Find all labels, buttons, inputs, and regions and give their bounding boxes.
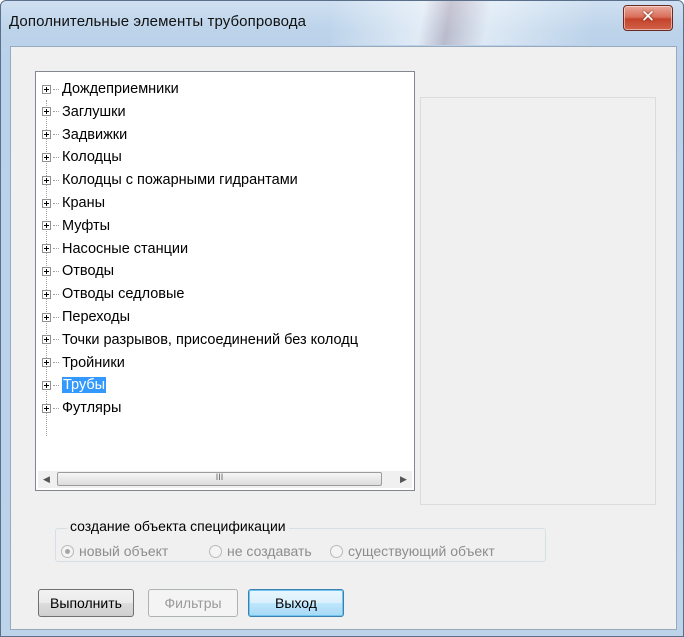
radio-new-object[interactable]: новый объект <box>61 543 168 559</box>
horizontal-scrollbar[interactable]: ◀ III ▶ <box>38 471 412 488</box>
expand-plus-icon[interactable] <box>42 130 51 140</box>
tree-item-label: Задвижки <box>62 126 128 143</box>
expand-plus-icon[interactable] <box>42 175 51 185</box>
exit-button[interactable]: Выход <box>248 589 344 617</box>
tree-connector <box>53 179 59 181</box>
scroll-thumb[interactable]: III <box>57 472 382 486</box>
tree-item[interactable]: Точки разрывов, присоединений без колодц <box>42 329 358 351</box>
close-button[interactable]: ✕ <box>623 5 673 31</box>
tree-connector <box>53 384 59 386</box>
tree-item-label: Точки разрывов, присоединений без колодц <box>62 331 359 348</box>
tree-item[interactable]: Задвижки <box>42 124 127 146</box>
tree-connector <box>53 225 59 227</box>
scroll-left-icon[interactable]: ◀ <box>38 471 55 488</box>
expand-plus-icon[interactable] <box>42 244 51 254</box>
tree-item[interactable]: Заглушки <box>42 101 126 123</box>
tree-item[interactable]: Переходы <box>42 306 130 328</box>
tree-item[interactable]: Насосные станции <box>42 238 188 260</box>
tree-item[interactable]: Отводы седловые <box>42 283 184 305</box>
radio-circle[interactable] <box>330 544 343 558</box>
tree-connector <box>53 88 59 90</box>
radio-existing-object[interactable]: существующий объект <box>330 543 495 559</box>
radio-label: новый объект <box>79 543 169 559</box>
scroll-right-icon[interactable]: ▶ <box>395 471 412 488</box>
tree-item-label: Муфты <box>62 217 111 234</box>
expand-plus-icon[interactable] <box>42 335 51 345</box>
title-bar-glass <box>331 1 591 45</box>
tree-item-label: Насосные станции <box>62 240 189 257</box>
tree-connector <box>53 293 59 295</box>
grip-icon: III <box>215 472 224 482</box>
tree-item-label: Заглушки <box>62 103 126 120</box>
spec-group-label: создание объекта спецификации <box>67 518 289 534</box>
tree-item-label: Колодцы <box>62 149 122 166</box>
expand-plus-icon[interactable] <box>42 198 51 208</box>
element-tree[interactable]: Дождеприемники Заглушки Задвижки Колодцы Кол… <box>35 71 415 491</box>
tree-item-label: Колодцы с пожарными гидрантами <box>62 172 298 189</box>
tree-item-label: Переходы <box>62 309 131 325</box>
tree-item[interactable]: Краны <box>42 192 105 214</box>
tree-item-label: Краны <box>62 195 106 211</box>
tree-item[interactable]: Футляры <box>42 397 121 419</box>
dialog-body: Дождеприемники Заглушки Задвижки Колодцы Кол… <box>10 46 677 630</box>
expand-plus-icon[interactable] <box>42 107 51 117</box>
dialog-window: Дополнительные элементы трубопровода ✕ Д… <box>0 0 684 637</box>
radio-do-not-create[interactable]: не создавать <box>209 543 312 559</box>
tree-item-label: Трубы <box>62 377 107 394</box>
tree-connector <box>53 316 59 318</box>
radio-label: не создавать <box>227 543 312 559</box>
expand-plus-icon[interactable] <box>42 152 51 162</box>
expand-plus-icon[interactable] <box>42 358 51 368</box>
tree-item-label: Дождеприемники <box>62 81 179 97</box>
tree-item[interactable]: Дождеприемники <box>42 78 179 100</box>
expand-plus-icon[interactable] <box>42 403 51 413</box>
tree-connector <box>53 339 59 341</box>
tree-connector <box>53 156 59 158</box>
radio-circle[interactable] <box>209 544 222 558</box>
tree-item-label: Футляры <box>62 400 122 417</box>
tree-item[interactable]: Колодцы <box>42 146 122 168</box>
tree-connector <box>53 248 59 250</box>
filters-button[interactable]: Фильтры <box>148 589 238 617</box>
tree-item[interactable]: Трубы <box>42 374 107 396</box>
radio-circle[interactable] <box>61 544 74 558</box>
execute-button[interactable]: Выполнить <box>38 589 134 617</box>
expand-plus-icon[interactable] <box>42 380 51 390</box>
tree-connector <box>53 407 59 409</box>
tree-connector <box>53 362 59 364</box>
radio-label: существующий объект <box>348 543 495 559</box>
tree-item[interactable]: Колодцы с пожарными гидрантами <box>42 169 298 191</box>
tree-item[interactable]: Муфты <box>42 215 110 237</box>
tree-connector <box>53 270 59 272</box>
tree-connector <box>53 111 59 113</box>
expand-plus-icon[interactable] <box>42 312 51 322</box>
expand-plus-icon[interactable] <box>42 289 51 299</box>
tree-item-label: Тройники <box>62 354 125 371</box>
window-title: Дополнительные элементы трубопровода <box>9 13 307 30</box>
tree-connector <box>53 202 59 204</box>
close-icon: ✕ <box>640 7 656 27</box>
tree-item[interactable]: Тройники <box>42 352 125 374</box>
expand-plus-icon[interactable] <box>42 266 51 276</box>
title-bar[interactable]: Дополнительные элементы трубопровода ✕ <box>1 1 683 45</box>
tree-item[interactable]: Отводы <box>42 260 114 282</box>
tree-item-label: Отводы <box>62 263 115 280</box>
preview-panel <box>420 97 656 505</box>
expand-plus-icon[interactable] <box>42 84 51 94</box>
expand-plus-icon[interactable] <box>42 221 51 231</box>
tree-item-label: Отводы седловые <box>62 286 185 303</box>
tree-connector <box>53 134 59 136</box>
